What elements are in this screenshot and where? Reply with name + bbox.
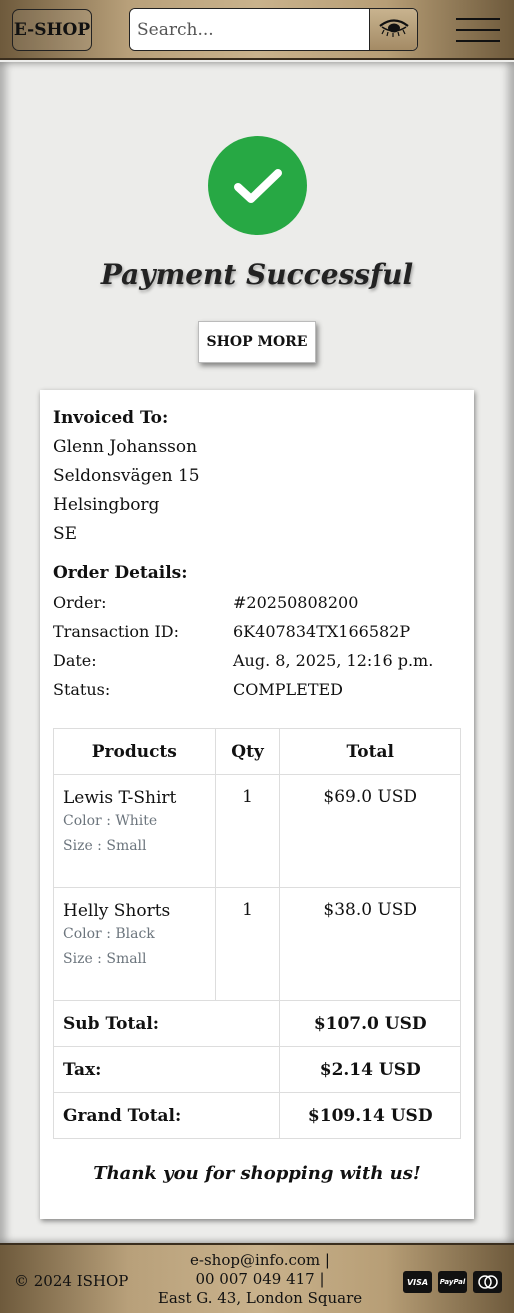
site-footer: © 2024 ISHOP e-shop@info.com | 00 007 04… — [0, 1243, 514, 1313]
invoice-card: Invoiced To: Glenn Johansson Seldonsväge… — [40, 390, 474, 1219]
customer-street: Seldonsvägen 15 — [53, 466, 200, 486]
table-row: Lewis T-Shirt Color : White Size : Small… — [53, 774, 461, 888]
order-details-heading: Order Details: — [53, 563, 188, 583]
address-text: East G. 43, London Square — [157, 1289, 363, 1307]
order-row: Order: #20250808200 — [53, 588, 461, 617]
search-input[interactable] — [130, 9, 369, 50]
customer-city: Helsingborg — [53, 495, 160, 515]
order-value: #20250808200 — [233, 593, 359, 612]
success-check-icon — [208, 136, 307, 235]
contact-info: e-shop@info.com | 00 007 049 417 | East … — [150, 1251, 370, 1308]
status-value: COMPLETED — [233, 680, 343, 699]
product-name: Lewis T-Shirt — [63, 788, 177, 808]
products-header: Products — [53, 728, 216, 775]
product-qty: 1 — [214, 774, 281, 888]
date-value: Aug. 8, 2025, 12:16 p.m. — [233, 651, 434, 670]
eye-icon — [377, 17, 411, 43]
tax-value: $2.14 USD — [279, 1046, 461, 1093]
invoiced-to-heading: Invoiced To: — [53, 408, 169, 428]
subtotal-label: Sub Total: — [52, 1000, 281, 1047]
product-name: Helly Shorts — [63, 901, 171, 921]
product-cell: Helly Shorts Color : Black Size : Small — [53, 887, 216, 1001]
grand-total-value: $109.14 USD — [279, 1092, 461, 1139]
tax-row: Tax: $2.14 USD — [52, 1046, 461, 1093]
product-total: $69.0 USD — [279, 774, 461, 888]
transaction-row: Transaction ID: 6K407834TX166582P — [53, 617, 461, 646]
grand-total-row: Grand Total: $109.14 USD — [52, 1092, 461, 1139]
grand-total-label: Grand Total: — [52, 1092, 281, 1139]
tax-label: Tax: — [52, 1046, 281, 1093]
table-header-row: Products Qty Total — [53, 728, 461, 775]
product-total: $38.0 USD — [279, 887, 461, 1001]
date-row: Date: Aug. 8, 2025, 12:16 p.m. — [53, 646, 461, 675]
product-color: Color : Black — [63, 926, 155, 942]
logo-button[interactable]: E-SHOP — [12, 9, 92, 51]
phone-text: 00 007 049 417 | — [195, 1270, 325, 1288]
main-content: Payment Successful SHOP MORE Invoiced To… — [0, 62, 514, 1243]
visa-icon: VISA — [403, 1271, 432, 1293]
order-label: Order: — [53, 593, 107, 612]
transaction-value: 6K407834TX166582P — [233, 622, 411, 641]
product-qty: 1 — [214, 887, 281, 1001]
order-details: Order Details: Order: #20250808200 Trans… — [53, 559, 461, 704]
product-size: Size : Small — [63, 951, 147, 967]
subtotal-value: $107.0 USD — [279, 1000, 461, 1047]
total-header: Total — [279, 728, 461, 775]
product-color: Color : White — [63, 813, 158, 829]
search-bar — [129, 8, 418, 51]
customer-name: Glenn Johansson — [53, 437, 198, 457]
paypal-icon: PayPal — [438, 1271, 467, 1293]
status-row: Status: COMPLETED — [53, 675, 461, 704]
payment-icons: VISA PayPal — [403, 1271, 502, 1293]
subtotal-row: Sub Total: $107.0 USD — [52, 1000, 461, 1047]
products-table: Products Qty Total Lewis T-Shirt Color :… — [52, 728, 461, 1139]
page-title: Payment Successful — [100, 258, 414, 291]
table-row: Helly Shorts Color : Black Size : Small … — [53, 887, 461, 1001]
date-label: Date: — [53, 651, 97, 670]
status-label: Status: — [53, 680, 111, 699]
qty-header: Qty — [214, 728, 281, 775]
copyright: © 2024 ISHOP — [14, 1272, 129, 1290]
product-cell: Lewis T-Shirt Color : White Size : Small — [53, 774, 216, 888]
mastercard-icon — [473, 1271, 502, 1293]
shop-more-button[interactable]: SHOP MORE — [198, 321, 316, 363]
email-link[interactable]: e-shop@info.com | — [150, 1251, 370, 1270]
hamburger-menu-icon[interactable] — [456, 18, 500, 42]
product-size: Size : Small — [63, 838, 147, 854]
site-header: E-SHOP — [0, 0, 514, 60]
search-button[interactable] — [369, 9, 417, 50]
customer-country: SE — [53, 524, 78, 544]
thank-you-message: Thank you for shopping with us! — [93, 1163, 421, 1184]
transaction-label: Transaction ID: — [53, 622, 179, 641]
